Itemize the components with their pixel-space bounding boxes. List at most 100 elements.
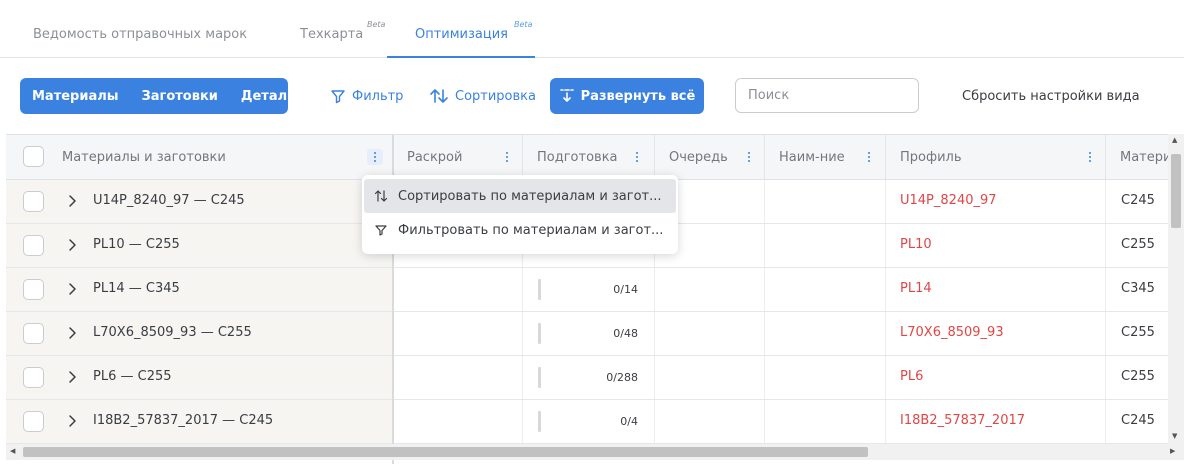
- reset-view-button[interactable]: Сбросить настройки вида: [962, 89, 1140, 104]
- chevron-right-icon[interactable]: [65, 414, 79, 428]
- chevron-right-icon[interactable]: [65, 282, 79, 296]
- column-header-preparation[interactable]: Подготовка: [523, 135, 655, 179]
- sort-by-materials-menu-item[interactable]: Сортировать по материалам и загот...: [364, 179, 676, 213]
- profile-link[interactable]: L70X6_8509_93: [900, 325, 1004, 340]
- name-cell: [765, 180, 886, 223]
- column-header-profile[interactable]: Профиль: [886, 135, 1106, 179]
- table-row[interactable]: I18B2_57837_2017 — C245 0/4 I18B2_57837_…: [6, 400, 1184, 444]
- row-checkbox[interactable]: [23, 191, 44, 212]
- row-checkbox[interactable]: [23, 411, 44, 432]
- profile-link[interactable]: PL14: [900, 281, 932, 296]
- cutting-cell: [393, 356, 523, 399]
- column-title: Наим-ние: [779, 149, 845, 165]
- frozen-cell: [6, 356, 392, 399]
- name-cell: [765, 224, 886, 267]
- column-menu-icon[interactable]: [741, 149, 757, 165]
- expand-all-button[interactable]: Развернуть всё: [550, 78, 704, 114]
- chevron-right-icon[interactable]: [65, 238, 79, 252]
- filter-label: Фильтр: [352, 88, 404, 104]
- column-header-materials[interactable]: Материалы и заготовки: [6, 135, 393, 179]
- scroll-right-arrow-icon[interactable]: ▶: [1170, 447, 1175, 455]
- tab-label: Ведомость отправочных марок: [33, 27, 248, 42]
- scroll-left-arrow-icon[interactable]: ◀: [10, 447, 15, 455]
- column-title: Профиль: [900, 149, 962, 165]
- menu-item-label: Сортировать по материалам и загот...: [398, 188, 662, 204]
- search-input[interactable]: [735, 78, 919, 113]
- row-checkbox[interactable]: [23, 367, 44, 388]
- sort-button[interactable]: Сортировка: [429, 86, 536, 106]
- material-blank-name: L70X6_8509_93 — C255: [93, 325, 252, 340]
- material-grade: C345: [1121, 281, 1155, 296]
- queue-cell: [655, 400, 765, 443]
- material-blank-name: PL6 — C255: [93, 369, 172, 384]
- scroll-up-arrow-icon[interactable]: ▲: [1172, 136, 1177, 144]
- row-checkbox[interactable]: [23, 235, 44, 256]
- filter-by-materials-menu-item[interactable]: Фильтровать по материалам и загот...: [362, 213, 678, 247]
- profile-link[interactable]: I18B2_57837_2017: [900, 413, 1025, 428]
- table-row[interactable]: L70X6_8509_93 — C255 0/48 L70X6_8509_93 …: [6, 312, 1184, 356]
- vertical-scrollbar[interactable]: ▲ ▼: [1168, 134, 1184, 444]
- material-grade: C245: [1121, 193, 1155, 208]
- material-grade: C255: [1121, 369, 1155, 384]
- column-context-menu: Сортировать по материалам и загот... Фил…: [362, 175, 678, 254]
- beta-badge: Beta: [514, 20, 533, 29]
- queue-cell: [655, 356, 765, 399]
- chevron-right-icon[interactable]: [65, 194, 79, 208]
- preparation-progress-bar: [538, 279, 541, 300]
- cutting-cell: [393, 400, 523, 443]
- column-menu-icon[interactable]: [629, 149, 645, 165]
- column-menu-icon[interactable]: [367, 149, 383, 165]
- preparation-count: 0/4: [620, 415, 638, 428]
- expand-all-icon: [559, 89, 574, 102]
- scroll-down-arrow-icon[interactable]: ▼: [1172, 432, 1177, 440]
- tab-techcard[interactable]: Техкарта Beta: [300, 20, 385, 42]
- column-header-cutting[interactable]: Раскрой: [393, 135, 523, 179]
- column-title: Раскрой: [407, 149, 463, 165]
- frozen-cell: [6, 268, 392, 311]
- material-blank-name: I18B2_57837_2017 — C245: [93, 413, 274, 428]
- profile-link[interactable]: PL10: [900, 237, 932, 252]
- horizontal-scroll-thumb[interactable]: [23, 447, 868, 457]
- frozen-cell: [6, 224, 392, 267]
- tab-bar: Ведомость отправочных марок Техкарта Bet…: [0, 0, 1184, 58]
- row-checkbox[interactable]: [23, 323, 44, 344]
- row-checkbox[interactable]: [23, 279, 44, 300]
- filter-button[interactable]: Фильтр: [330, 86, 403, 106]
- segment-materials[interactable]: Материалы: [20, 89, 119, 104]
- vertical-scroll-thumb[interactable]: [1171, 154, 1181, 228]
- tab-optimization[interactable]: Оптимизация Beta: [415, 20, 532, 42]
- grid-header: Материалы и заготовки Раскрой Подготовка…: [6, 135, 1184, 180]
- material-grade: C245: [1121, 413, 1155, 428]
- profile-link[interactable]: PL6: [900, 369, 923, 384]
- preparation-count: 0/48: [613, 327, 638, 340]
- segment-blanks[interactable]: Заготовки: [119, 89, 218, 104]
- horizontal-scrollbar[interactable]: ◀ ▶: [6, 444, 1184, 460]
- table-row[interactable]: PL14 — C345 0/14 PL14 C345: [6, 268, 1184, 312]
- material-grade: C255: [1121, 325, 1155, 340]
- column-menu-icon[interactable]: [499, 149, 515, 165]
- column-menu-icon[interactable]: [861, 149, 877, 165]
- profile-link[interactable]: U14P_8240_97: [900, 193, 997, 208]
- chevron-right-icon[interactable]: [65, 326, 79, 340]
- sort-icon: [430, 89, 448, 103]
- expand-all-label: Развернуть всё: [580, 88, 696, 104]
- beta-badge: Beta: [367, 20, 386, 29]
- segment-parts[interactable]: Детали: [218, 89, 296, 104]
- column-title: Подготовка: [537, 149, 618, 165]
- filter-icon: [375, 225, 387, 236]
- select-all-checkbox[interactable]: [23, 146, 44, 167]
- table-row[interactable]: PL6 — C255 0/288 PL6 C255: [6, 356, 1184, 400]
- active-tab-indicator: [387, 56, 535, 58]
- material-grade: C255: [1121, 237, 1155, 252]
- column-header-queue[interactable]: Очередь: [655, 135, 765, 179]
- material-blank-name: PL14 — C345: [93, 281, 180, 296]
- column-header-name[interactable]: Наим-ние: [765, 135, 886, 179]
- queue-cell: [655, 312, 765, 355]
- preparation-progress-bar: [538, 323, 541, 344]
- column-menu-icon[interactable]: [1082, 149, 1098, 165]
- tab-label: Оптимизация: [415, 27, 509, 42]
- cutting-cell: [393, 312, 523, 355]
- chevron-right-icon[interactable]: [65, 370, 79, 384]
- tab-shipping-marks[interactable]: Ведомость отправочных марок: [33, 27, 247, 42]
- name-cell: [765, 400, 886, 443]
